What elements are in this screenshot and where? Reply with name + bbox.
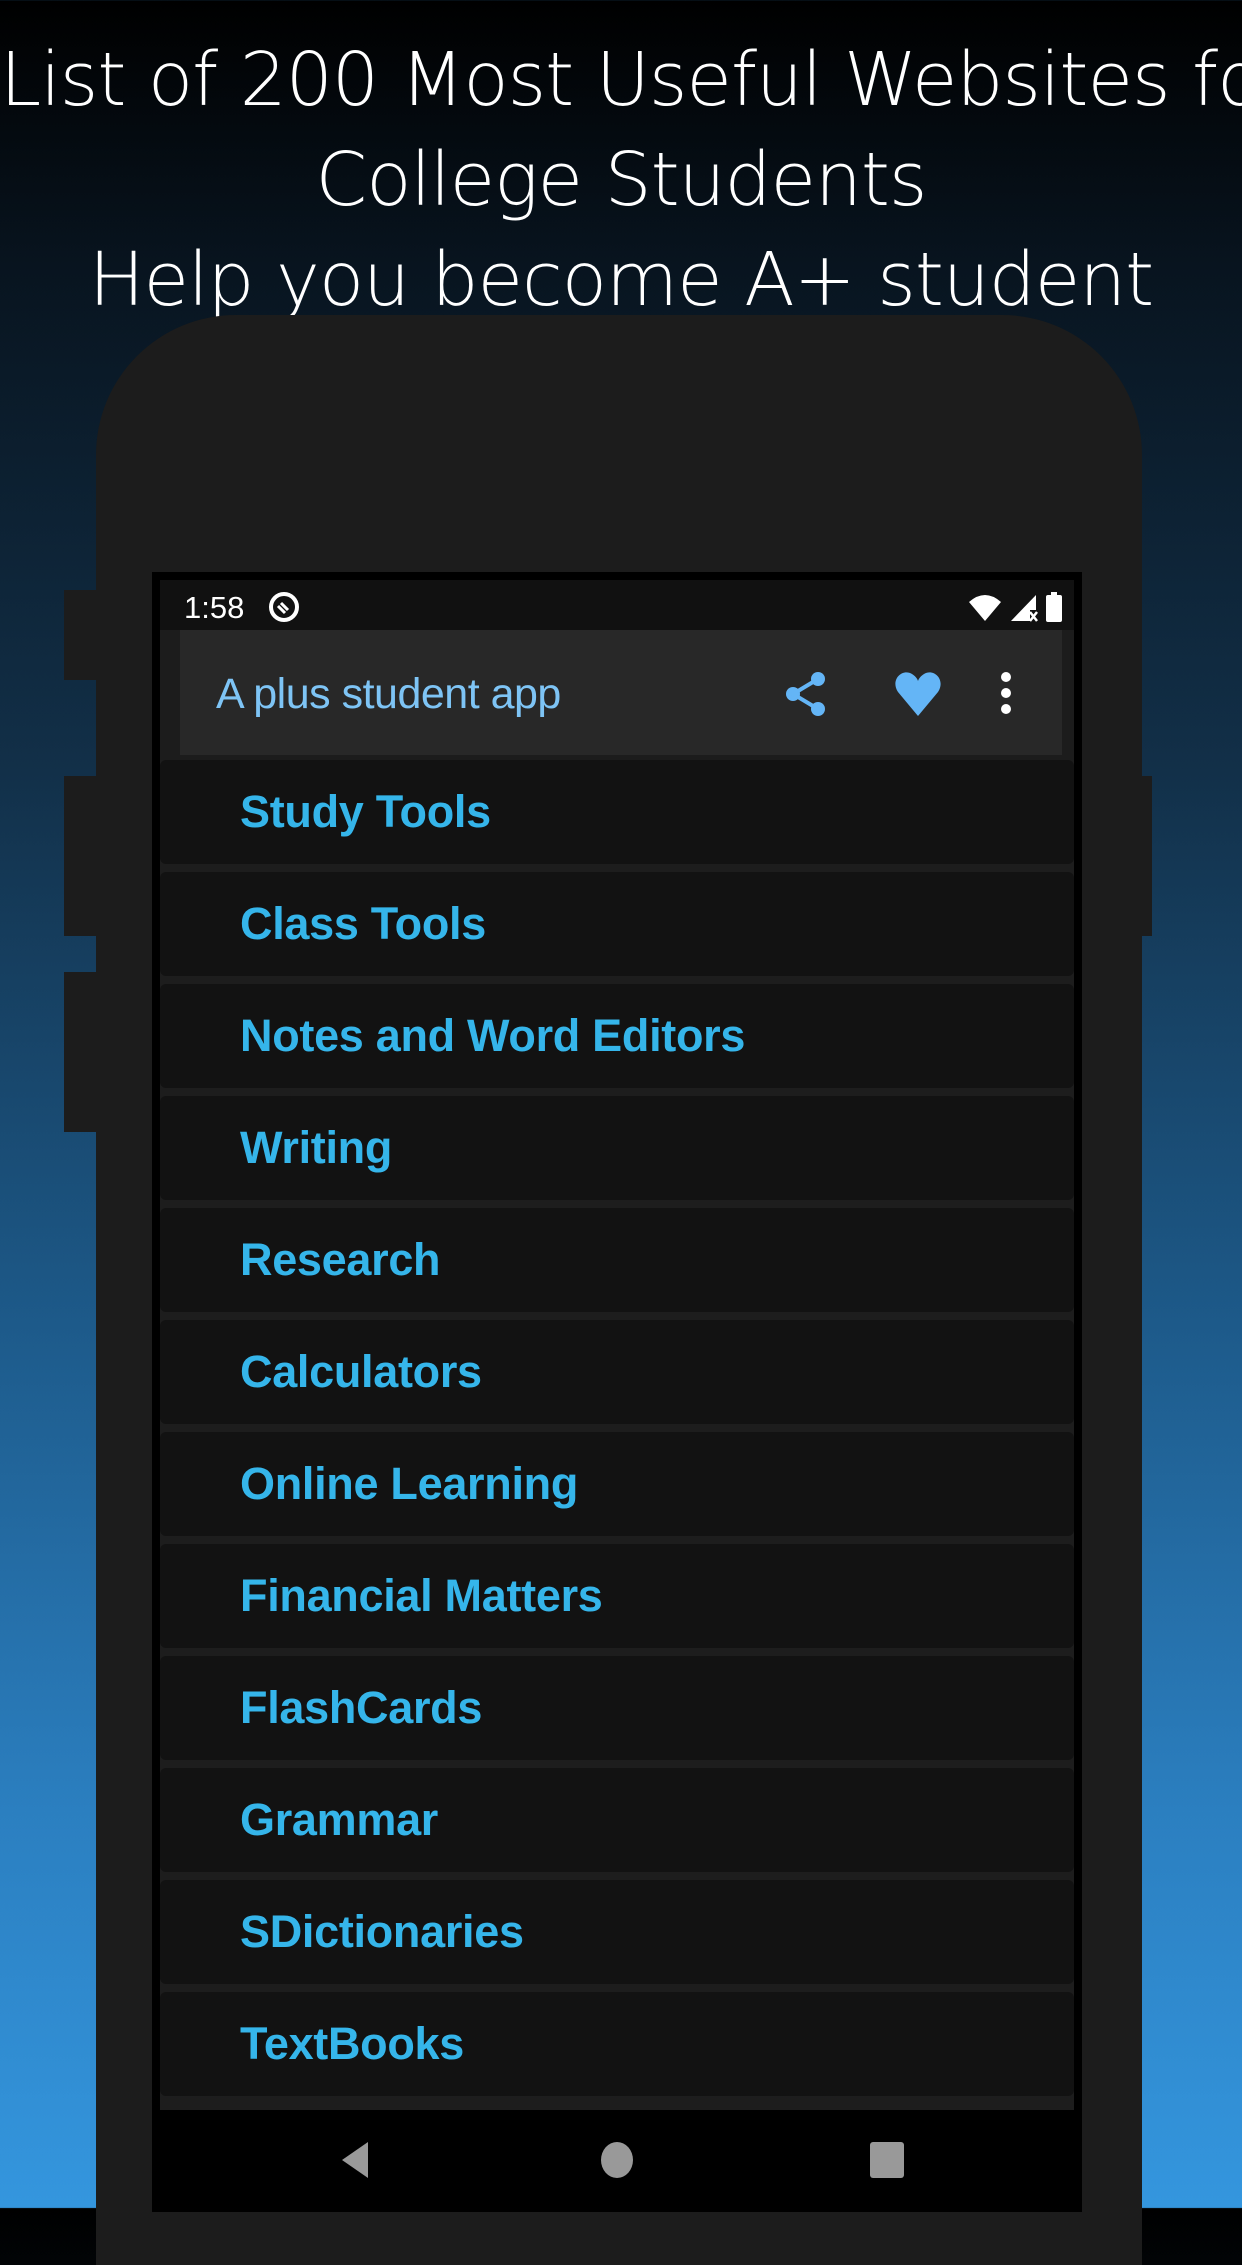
more-vert-icon[interactable] — [980, 668, 1032, 720]
list-item-class-tools[interactable]: Class Tools — [160, 872, 1074, 976]
category-list[interactable]: Study Tools Class Tools Notes and Word E… — [160, 760, 1074, 2110]
promo-line-2: College Students — [315, 137, 928, 223]
app-notification-icon — [269, 592, 299, 622]
list-item-label: Online Learning — [240, 1458, 579, 1509]
list-item-label: FlashCards — [240, 1682, 483, 1733]
toolbar-container: A plus student app — [160, 630, 1074, 760]
list-item-notes-and-word-editors[interactable]: Notes and Word Editors — [160, 984, 1074, 1088]
promo-headline: List of 200 Most Useful Websites for Col… — [0, 30, 1242, 330]
heart-icon[interactable] — [892, 668, 944, 720]
list-item-label: Research — [240, 1234, 441, 1285]
back-icon[interactable] — [338, 2140, 378, 2180]
home-icon[interactable] — [597, 2140, 637, 2180]
phone-side-button — [64, 590, 98, 680]
app-toolbar: A plus student app — [180, 630, 1062, 755]
battery-icon — [1046, 592, 1062, 622]
app-title: A plus student app — [216, 670, 561, 718]
list-item-label: Writing — [240, 1122, 393, 1173]
promo-line-1: List of 200 Most Useful Websites for — [0, 37, 1242, 123]
phone-screen: 1:58 A plus student app Study Tools Clas… — [152, 572, 1082, 2212]
list-item-online-learning[interactable]: Online Learning — [160, 1432, 1074, 1536]
status-time: 1:58 — [184, 590, 245, 625]
list-item-label: Study Tools — [240, 786, 491, 837]
phone-side-button — [64, 972, 98, 1132]
list-item-writing[interactable]: Writing — [160, 1096, 1074, 1200]
list-item-financial-matters[interactable]: Financial Matters — [160, 1544, 1074, 1648]
list-item-label: TextBooks — [240, 2018, 465, 2069]
list-item-flashcards[interactable]: FlashCards — [160, 1656, 1074, 1760]
list-item-label: Calculators — [240, 1346, 482, 1397]
list-item-grammar[interactable]: Grammar — [160, 1768, 1074, 1872]
list-item-study-tools[interactable]: Study Tools — [160, 760, 1074, 864]
list-item-dictionaries[interactable]: SDictionaries — [160, 1880, 1074, 1984]
list-item-label: SDictionaries — [240, 1906, 524, 1957]
share-icon[interactable] — [780, 668, 832, 720]
status-bar: 1:58 — [160, 580, 1074, 630]
list-item-research[interactable]: Research — [160, 1208, 1074, 1312]
list-item-label: Financial Matters — [240, 1570, 603, 1621]
list-item-label: Grammar — [240, 1794, 439, 1845]
list-item-label: Notes and Word Editors — [240, 1010, 746, 1061]
list-item-calculators[interactable]: Calculators — [160, 1320, 1074, 1424]
phone-side-button — [1140, 776, 1152, 936]
cell-signal-no-data-icon — [1011, 595, 1038, 622]
recents-icon[interactable] — [867, 2140, 907, 2180]
wifi-icon — [969, 595, 1001, 621]
list-item-label: Class Tools — [240, 898, 486, 949]
system-nav-bar — [160, 2110, 1074, 2212]
list-item-textbooks[interactable]: TextBooks — [160, 1992, 1074, 2096]
phone-side-button — [64, 776, 98, 936]
